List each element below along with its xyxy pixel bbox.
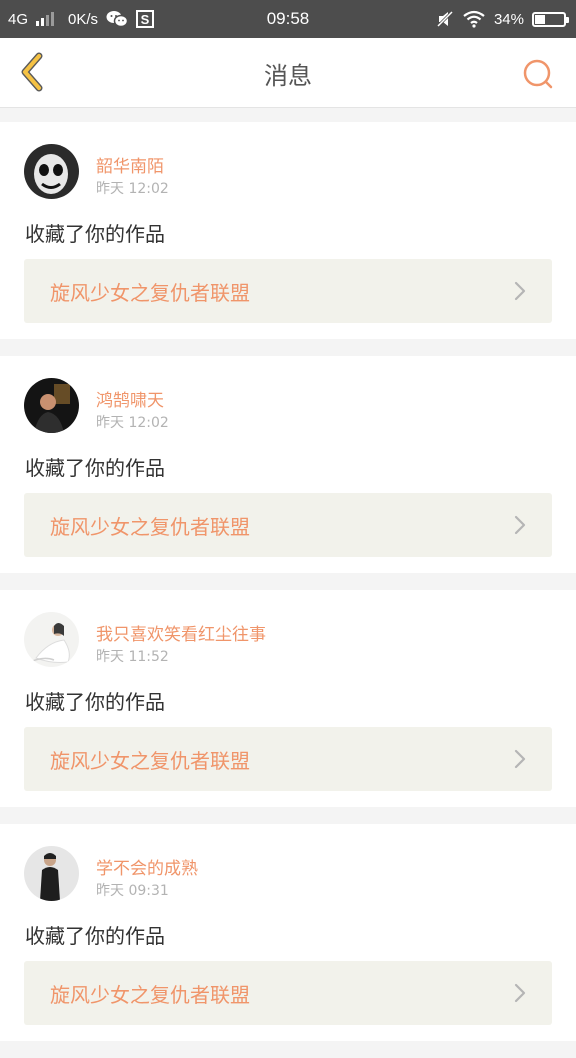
work-title: 旋风少女之复仇者联盟 <box>50 982 250 1007</box>
username[interactable]: 学不会的成熟 <box>96 854 198 879</box>
message-time: 昨天 09:31 <box>96 883 169 899</box>
chevron-right-icon <box>514 749 526 769</box>
chevron-right-icon <box>514 515 526 535</box>
work-title: 旋风少女之复仇者联盟 <box>50 514 250 539</box>
username[interactable]: 韶华南陌 <box>96 152 164 177</box>
avatar[interactable] <box>24 378 79 433</box>
avatar[interactable] <box>24 846 79 901</box>
avatar[interactable] <box>24 144 79 199</box>
message-text: 收藏了你的作品 <box>25 690 165 714</box>
message-text: 收藏了你的作品 <box>25 924 165 948</box>
work-link[interactable]: 旋风少女之复仇者联盟 <box>24 727 552 791</box>
message-list: 韶华南陌 昨天 12:02 收藏了你的作品 旋风少女之复仇者联盟 鸿鹄啸天 昨天… <box>0 122 576 1058</box>
chevron-right-icon <box>514 281 526 301</box>
message-card: 鸿鹄啸天 昨天 12:02 收藏了你的作品 旋风少女之复仇者联盟 <box>0 356 576 573</box>
message-card: 韶华南陌 昨天 12:02 收藏了你的作品 旋风少女之复仇者联盟 <box>0 122 576 339</box>
battery-icon <box>532 11 569 27</box>
work-link[interactable]: 旋风少女之复仇者联盟 <box>24 961 552 1025</box>
message-text: 收藏了你的作品 <box>25 222 165 246</box>
message-time: 昨天 12:02 <box>96 181 169 197</box>
chevron-right-icon <box>514 983 526 1003</box>
mute-icon <box>436 10 454 28</box>
wifi-icon <box>462 10 486 28</box>
search-button[interactable] <box>518 54 558 94</box>
work-title: 旋风少女之复仇者联盟 <box>50 748 250 773</box>
work-title: 旋风少女之复仇者联盟 <box>50 280 250 305</box>
message-card: 学不会的成熟 昨天 09:31 收藏了你的作品 旋风少女之复仇者联盟 <box>0 824 576 1041</box>
avatar[interactable] <box>24 612 79 667</box>
work-link[interactable]: 旋风少女之复仇者联盟 <box>24 493 552 557</box>
header: 消息 <box>0 38 576 108</box>
message-time: 昨天 11:52 <box>96 649 169 665</box>
message-text: 收藏了你的作品 <box>25 456 165 480</box>
message-time: 昨天 12:02 <box>96 415 169 431</box>
username[interactable]: 我只喜欢笑看红尘往事 <box>96 620 266 645</box>
status-right: 34% <box>436 0 569 38</box>
page-title: 消息 <box>264 61 312 90</box>
search-icon <box>523 59 553 89</box>
work-link[interactable]: 旋风少女之复仇者联盟 <box>24 259 552 323</box>
username[interactable]: 鸿鹄啸天 <box>96 386 164 411</box>
status-bar: 4G 0K/s S 09:58 34% <box>0 0 576 38</box>
battery-percent: 34% <box>493 10 524 28</box>
message-card: 我只喜欢笑看红尘往事 昨天 11:52 收藏了你的作品 旋风少女之复仇者联盟 <box>0 590 576 807</box>
